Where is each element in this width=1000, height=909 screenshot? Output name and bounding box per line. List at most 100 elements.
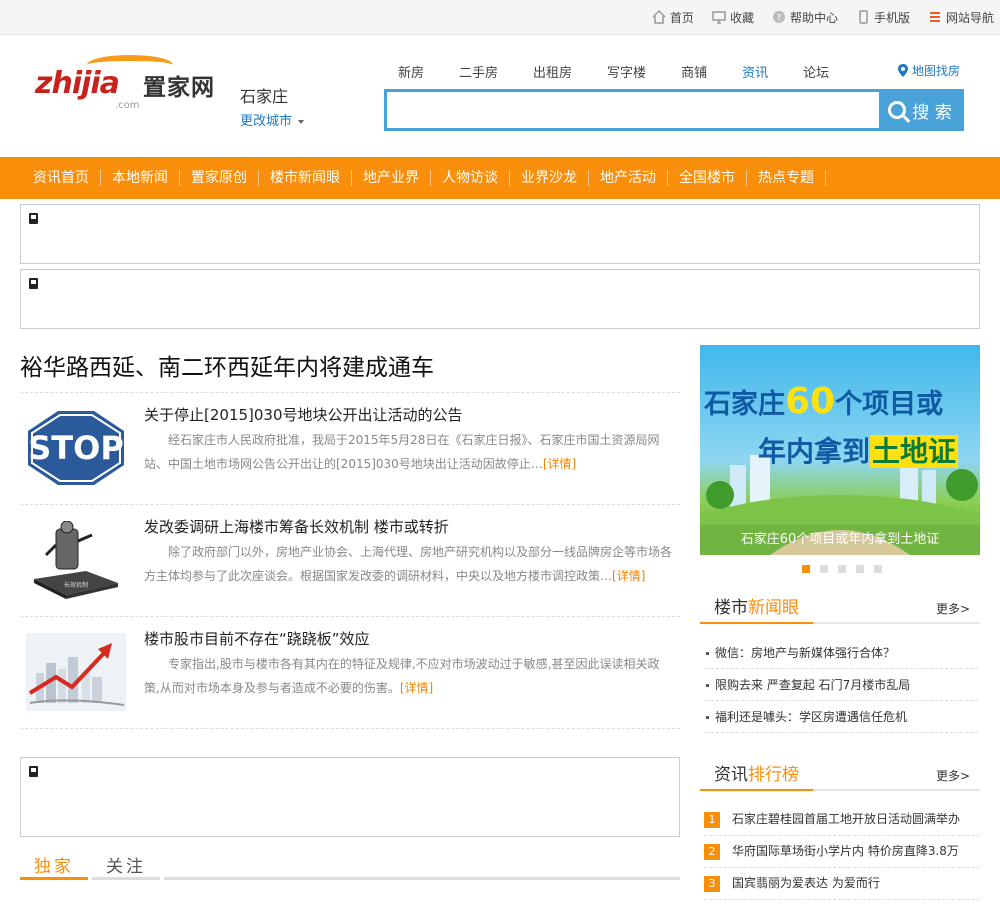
main-nav-events[interactable]: 地产活动 [589, 170, 668, 186]
main-nav-interviews[interactable]: 人物访谈 [431, 170, 510, 186]
news-more-link[interactable]: [详情] [543, 457, 576, 471]
current-city: 石家庄 [240, 87, 289, 106]
main-nav-market-eye[interactable]: 楼市新闻眼 [259, 170, 352, 186]
list-item-text: 限购去来 严查复起 石门7月楼市乱局 [715, 678, 911, 692]
map-find-label: 地图找房 [912, 64, 961, 78]
main-nav-topics[interactable]: 热点专题 [747, 170, 826, 186]
section-title-accent: 排行榜 [748, 765, 799, 785]
search-category-tabs: 新房 二手房 出租房 写字楼 商铺 资讯 论坛 [398, 62, 864, 81]
home-icon [652, 9, 666, 24]
tab-news[interactable]: 资讯 [742, 62, 768, 81]
header: zhijia 置家网 .com 石家庄 更改城市 新房 二手房 出租房 写字楼 … [0, 35, 1000, 157]
chevron-down-icon [298, 119, 305, 124]
list-item[interactable]: 福利还是噱头：学区房遭遇信任危机 [706, 701, 978, 733]
divider [20, 392, 680, 393]
bullet-icon [706, 652, 709, 655]
news-desc: 经石家庄市人民政府批准，我局于2015年5月28日在《石家庄日报》、石家庄市国土… [144, 428, 674, 476]
banner-text: 年内拿到 [758, 435, 871, 468]
top-link-label: 网站导航 [945, 10, 994, 25]
tab-forum[interactable]: 论坛 [803, 62, 829, 81]
rank-number: 2 [704, 843, 720, 860]
tab-shop[interactable]: 商铺 [681, 62, 707, 81]
change-city-link[interactable]: 更改城市 [240, 110, 305, 129]
exclusive-tabs: 独家 关注 [20, 848, 680, 880]
tab-new-house[interactable]: 新房 [398, 62, 424, 81]
map-find-link[interactable]: 地图找房 [898, 62, 960, 79]
rank-number: 1 [704, 811, 720, 828]
rank-text: 华府国际草场街小学片内 特价房直降3.8万 [732, 844, 959, 858]
main-nav: 资讯首页 本地新闻 置家原创 楼市新闻眼 地产业界 人物访谈 业界沙龙 地产活动… [0, 157, 1000, 199]
top-link-label: 首页 [669, 10, 694, 25]
slider-dot[interactable] [874, 565, 882, 573]
bullet-icon [706, 684, 709, 687]
tab-follow[interactable]: 关注 [106, 852, 146, 877]
news-title[interactable]: 关于停止[2015]030号地块公开出让活动的公告 [144, 404, 463, 425]
main-nav-local-news[interactable]: 本地新闻 [101, 170, 180, 186]
rank-item[interactable]: 3 国宾翡丽为爱表达 为爱而行 [704, 868, 980, 900]
top-link-help[interactable]: ? 帮助中心 [772, 9, 838, 26]
slider-dot[interactable] [802, 565, 810, 573]
top-link-label: 帮助中心 [789, 10, 838, 25]
top-link-home[interactable]: 首页 [652, 9, 694, 26]
section-title: 楼市新闻眼 [700, 593, 813, 624]
news-title[interactable]: 发改委调研上海楼市筹备长效机制 楼市或转折 [144, 516, 449, 537]
top-links: 首页 收藏 ? 帮助中心 手机版 网站导航 [634, 0, 994, 34]
change-city-label: 更改城市 [240, 114, 293, 129]
list-item[interactable]: 微信：房地产与新媒体强行合体？ [706, 637, 978, 669]
news-desc: 除了政府部门以外，房地产业协会、上海代理、房地产研究机构以及部分一线品牌房企等市… [144, 540, 674, 588]
broken-plugin-icon [29, 278, 38, 289]
news-title[interactable]: 楼市股市目前不存在“跷跷板”效应 [144, 628, 370, 649]
top-link-favorite[interactable]: 收藏 [712, 9, 754, 26]
svg-text:长效机制: 长效机制 [64, 581, 88, 589]
top-link-mobile[interactable]: 手机版 [856, 9, 910, 26]
rank-item[interactable]: 2 华府国际草场街小学片内 特价房直降3.8万 [704, 836, 980, 868]
main-nav-industry[interactable]: 地产业界 [352, 170, 431, 186]
tab-exclusive[interactable]: 独家 [34, 852, 74, 877]
banner-text: 石家庄 [704, 389, 785, 420]
ad-placeholder [20, 757, 680, 837]
news-desc-text: 经石家庄市人民政府批准，我局于2015年5月28日在《石家庄日报》、石家庄市国土… [144, 433, 660, 471]
news-eye-header: 楼市新闻眼 更多> [700, 594, 980, 624]
city-trend-image[interactable] [26, 633, 126, 711]
main-nav-national[interactable]: 全国楼市 [668, 170, 747, 186]
section-title: 资讯排行榜 [700, 760, 813, 791]
banner-highlight: 土地证 [870, 435, 959, 468]
phone-icon [856, 10, 870, 24]
tab-office[interactable]: 写字楼 [607, 62, 646, 81]
rank-item[interactable]: 1 石家庄碧桂园首届工地开放日活动圆满举办 [704, 804, 980, 836]
rank-number: 3 [704, 875, 720, 892]
help-icon: ? [772, 10, 786, 24]
news-desc-text: 除了政府部门以外，房地产业协会、上海代理、房地产研究机构以及部分一线品牌房企等市… [144, 545, 673, 583]
slider-dot[interactable] [856, 565, 864, 573]
news-more-link[interactable]: [详情] [400, 681, 433, 695]
svg-text:?: ? [777, 14, 782, 24]
slider-dot[interactable] [838, 565, 846, 573]
broken-plugin-icon [29, 766, 38, 777]
tab-underline [92, 877, 160, 880]
banner-number: 60 [785, 381, 836, 422]
slider-dot[interactable] [820, 565, 828, 573]
top-link-sitenav[interactable]: 网站导航 [928, 9, 994, 26]
slider-dots [802, 565, 892, 573]
divider [20, 728, 680, 729]
tab-second-hand[interactable]: 二手房 [459, 62, 498, 81]
list-item-text: 微信：房地产与新媒体强行合体？ [715, 646, 896, 660]
search-button[interactable]: 搜 索 [879, 92, 961, 128]
more-link[interactable]: 更多> [936, 767, 970, 784]
more-link[interactable]: 更多> [936, 600, 970, 617]
main-nav-salon[interactable]: 业界沙龙 [510, 170, 589, 186]
tab-rental[interactable]: 出租房 [533, 62, 572, 81]
site-logo[interactable]: zhijia 置家网 .com [35, 55, 230, 130]
section-title-plain: 楼市 [714, 598, 748, 618]
feature-banner[interactable]: 石家庄60个项目或 年内拿到土地证 石家庄60个项目或年内拿到土地证 [700, 345, 980, 555]
news-more-link[interactable]: [详情] [612, 569, 645, 583]
broken-plugin-icon [29, 213, 38, 224]
list-item[interactable]: 限购去来 严查复起 石门7月楼市乱局 [706, 669, 978, 701]
tab-underline [164, 877, 680, 880]
search-input[interactable] [389, 94, 879, 126]
page-headline[interactable]: 裕华路西延、南二环西延年内将建成通车 [20, 348, 434, 382]
stop-sign-image[interactable]: STOP [26, 409, 126, 487]
mechanism-figure-image[interactable]: 长效机制 [26, 520, 126, 599]
main-nav-news-home[interactable]: 资讯首页 [22, 170, 101, 186]
main-nav-original[interactable]: 置家原创 [180, 170, 259, 186]
